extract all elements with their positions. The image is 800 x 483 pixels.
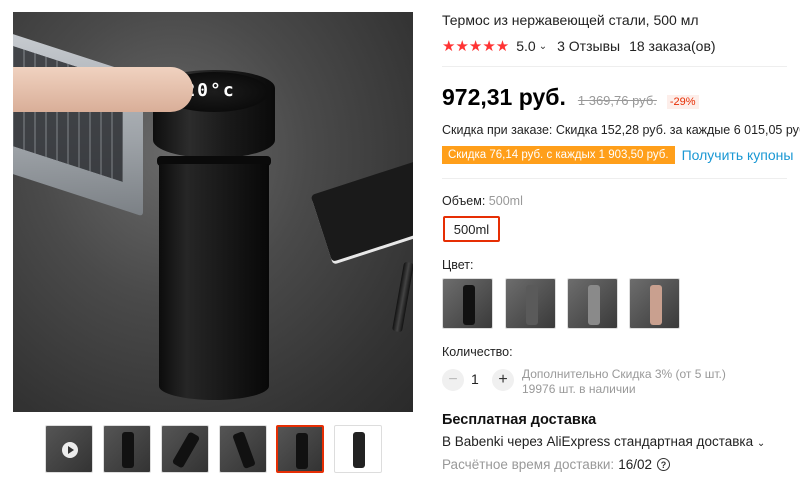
- help-icon[interactable]: ?: [656, 458, 670, 471]
- product-title: Термос из нержавеющей стали, 500 мл: [442, 12, 699, 28]
- thumbnail-5-selected[interactable]: [276, 425, 324, 473]
- orders-count: 18 заказа(ов): [629, 38, 716, 54]
- delivery-eta-value: 16/02: [618, 457, 652, 472]
- color-swatch-rose[interactable]: [629, 278, 680, 329]
- volume-selected-text: 500ml: [488, 194, 523, 208]
- thumbnail-4[interactable]: [219, 425, 267, 473]
- color-swatch-black[interactable]: [442, 278, 493, 329]
- chevron-down-icon: ⌄: [756, 438, 766, 449]
- shipping-title: Бесплатная доставка: [442, 412, 597, 428]
- price-row: 972,31 руб. 1 369,76 руб. -29%: [442, 84, 699, 111]
- delivery-eta: Расчётное время доставки: 16/02 ?: [442, 457, 670, 472]
- volume-option-500ml[interactable]: 500ml: [443, 216, 500, 242]
- reviews-link[interactable]: 3 Отзывы: [557, 38, 620, 54]
- get-coupons-link[interactable]: Получить купоны: [682, 147, 794, 163]
- current-price: 972,31 руб.: [442, 84, 566, 110]
- quantity-note: Дополнительно Скидка 3% (от 5 шт.) 19976…: [522, 367, 726, 397]
- coupon-tag[interactable]: Скидка 76,14 руб. с каждых 1 903,50 руб.: [442, 146, 675, 164]
- main-product-image[interactable]: 20°c: [13, 12, 413, 412]
- color-swatch-gray[interactable]: [505, 278, 556, 329]
- divider: [442, 178, 787, 179]
- chevron-down-icon[interactable]: ⌄: [539, 41, 547, 52]
- quantity-value[interactable]: 1: [471, 371, 479, 387]
- bulk-discount-note: Дополнительно Скидка 3% (от 5 шт.): [522, 367, 726, 381]
- order-discount-text: Скидка при заказе: Скидка 152,28 руб. за…: [442, 123, 800, 137]
- discount-badge: -29%: [666, 95, 699, 109]
- laptop-background-graphic: [13, 27, 143, 217]
- rating-stars-icon: ★★★★★: [442, 38, 510, 55]
- quantity-label: Количество:: [442, 345, 513, 359]
- thumbnail-6[interactable]: [334, 425, 382, 473]
- old-price: 1 369,76 руб.: [577, 93, 657, 108]
- pen-background-graphic: [391, 261, 413, 333]
- rating-row: ★★★★★ 5.0 ⌄ 3 Отзывы 18 заказа(ов): [442, 37, 716, 55]
- quantity-decrease-button[interactable]: −: [442, 369, 464, 391]
- shipping-method-text: В Babenki через AliExpress стандартная д…: [442, 434, 754, 449]
- stock-note: 19976 шт. в наличии: [522, 382, 636, 396]
- order-discount-info[interactable]: Скидка при заказе: Скидка 152,28 руб. за…: [442, 123, 800, 137]
- volume-label-text: Объем:: [442, 194, 486, 208]
- thumbnail-2[interactable]: [103, 425, 151, 473]
- color-swatch-silver[interactable]: [567, 278, 618, 329]
- rating-value[interactable]: 5.0: [516, 38, 535, 54]
- volume-label: Объем: 500ml: [442, 194, 523, 208]
- thumbnail-3[interactable]: [161, 425, 209, 473]
- thermos-bottle-graphic: 20°c: [153, 70, 275, 400]
- color-label: Цвет:: [442, 258, 474, 272]
- thumbnail-video[interactable]: [45, 425, 93, 473]
- play-icon: [62, 442, 78, 458]
- notebook-background-graphic: [310, 152, 413, 262]
- quantity-increase-button[interactable]: +: [492, 369, 514, 391]
- coupon-row: Скидка 76,14 руб. с каждых 1 903,50 руб.…: [442, 146, 793, 164]
- hand-graphic: [13, 67, 193, 112]
- divider: [442, 66, 787, 67]
- delivery-eta-label: Расчётное время доставки:: [442, 457, 615, 472]
- shipping-method[interactable]: В Babenki через AliExpress стандартная д…: [442, 434, 765, 449]
